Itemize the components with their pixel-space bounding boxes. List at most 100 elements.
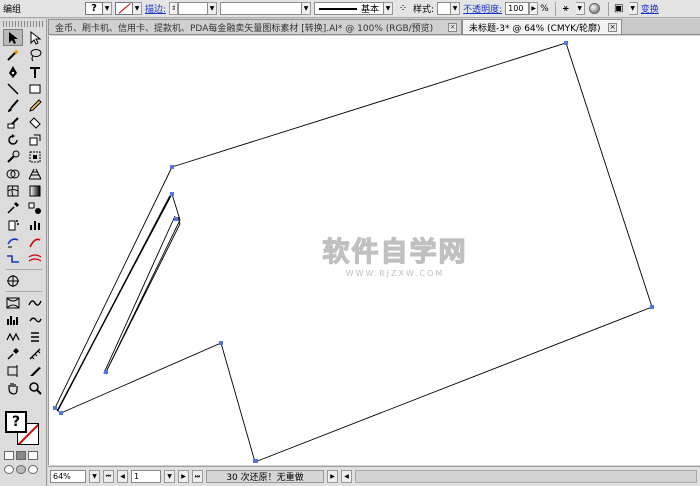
magic-wand-tool-icon[interactable] xyxy=(3,46,23,63)
blob-brush-tool-icon[interactable] xyxy=(3,114,23,131)
type-tool-icon[interactable] xyxy=(25,63,45,80)
horizontal-scrollbar[interactable] xyxy=(355,470,697,483)
recolor-menu[interactable]: ▼ xyxy=(575,2,585,16)
none-mode-icon[interactable] xyxy=(28,451,38,460)
pen-tool-icon[interactable] xyxy=(3,63,23,80)
variable-width-control[interactable]: ▼ xyxy=(220,2,312,16)
rectangle-tool-icon[interactable] xyxy=(25,80,45,97)
toolbox-grip[interactable] xyxy=(3,21,43,27)
eyedropper-tool-icon[interactable] xyxy=(3,199,23,216)
chevron-down-icon[interactable]: ▼ xyxy=(451,2,461,15)
anchor-point[interactable] xyxy=(59,411,63,415)
brush-definition-control[interactable]: 基本 ▼ xyxy=(314,2,394,16)
link-tool-icon[interactable] xyxy=(25,311,45,328)
inner-card-path[interactable] xyxy=(56,193,181,412)
paintbrush-tool-icon[interactable] xyxy=(3,97,23,114)
scroll-left-icon[interactable]: ◀ xyxy=(341,470,352,483)
globe-icon[interactable] xyxy=(588,2,602,16)
grid-icon[interactable]: ⁘ xyxy=(396,2,410,16)
blend-tool-icon[interactable] xyxy=(25,199,45,216)
chevron-down-icon[interactable]: ▼ xyxy=(628,2,638,15)
lasso-tool-icon[interactable] xyxy=(25,46,45,63)
line-segment-tool-icon[interactable] xyxy=(3,80,23,97)
graphic-style-control[interactable]: ▼ xyxy=(437,2,461,16)
chevron-down-icon[interactable]: ▼ xyxy=(575,2,585,15)
next-artboard-icon[interactable]: ▶ xyxy=(178,470,189,483)
column-graph-tool-icon[interactable] xyxy=(25,216,45,233)
anchor-point[interactable] xyxy=(170,192,174,196)
width-tool-icon[interactable] xyxy=(3,250,23,267)
list-tool-icon[interactable] xyxy=(25,328,45,345)
scale-tool-icon[interactable] xyxy=(25,131,45,148)
close-icon[interactable]: × xyxy=(608,22,617,32)
chevron-down-icon[interactable]: ▼ xyxy=(133,2,142,15)
inner-card-edge-path[interactable] xyxy=(103,215,176,375)
fill-color-control[interactable]: ? ▼ xyxy=(85,2,112,16)
close-icon[interactable]: × xyxy=(448,22,457,32)
recolor-icon[interactable]: ⚹ xyxy=(559,2,573,16)
knife-tool-icon[interactable] xyxy=(25,362,45,379)
anchor-point[interactable] xyxy=(650,305,654,309)
stroke-color-control[interactable]: ▼ xyxy=(115,2,142,16)
reference-point-icon[interactable]: ▣ xyxy=(612,2,626,16)
opacity-control[interactable]: 100 ▶ % xyxy=(505,2,549,16)
pencil-tool-icon[interactable] xyxy=(25,97,45,114)
chevron-right-icon[interactable]: ▶ xyxy=(529,2,539,15)
variable-width-input[interactable] xyxy=(220,2,303,15)
anchor-point[interactable] xyxy=(174,217,178,221)
previous-artboard-icon[interactable]: ◀ xyxy=(117,470,128,483)
gradient-mode-icon[interactable] xyxy=(16,451,26,460)
undo-status-text[interactable]: 30 次还原！无重做 xyxy=(206,470,324,483)
symbol-sprayer-tool-icon[interactable] xyxy=(3,216,23,233)
stroke-weight-control[interactable]: ⇕ ▼ xyxy=(169,2,218,16)
front-plane-path[interactable] xyxy=(54,166,256,463)
zigzag-tool-icon[interactable] xyxy=(3,328,23,345)
stroke-panel-link[interactable]: 描边: xyxy=(145,2,166,16)
anchor-point[interactable] xyxy=(219,341,223,345)
mesh-tool-icon[interactable] xyxy=(3,182,23,199)
reference-point-menu[interactable]: ▼ xyxy=(628,2,638,16)
draw-behind-icon[interactable] xyxy=(16,465,26,474)
measure-tool-icon[interactable] xyxy=(25,345,45,362)
artboard-number-input[interactable]: 1 xyxy=(131,470,161,483)
artwork-outline[interactable]: 软件自学网 WWW.RJZXW.COM xyxy=(49,36,700,465)
transform-panel-link[interactable]: 变换 xyxy=(641,2,659,16)
chevron-down-icon[interactable]: ▼ xyxy=(103,2,112,15)
anchor-point[interactable] xyxy=(53,406,57,410)
opacity-panel-link[interactable]: 不透明度: xyxy=(463,2,502,16)
slice-tool-icon[interactable] xyxy=(25,233,45,250)
envelope-tool-icon[interactable] xyxy=(3,294,23,311)
stroke-swatch[interactable] xyxy=(115,2,133,15)
first-artboard-icon[interactable]: ⏮ xyxy=(103,470,114,483)
last-artboard-icon[interactable]: ⏭ xyxy=(192,470,203,483)
rotate-tool-icon[interactable] xyxy=(3,131,23,148)
stroke-weight-input[interactable] xyxy=(178,2,209,15)
front-card-left-edge[interactable] xyxy=(57,195,171,411)
zoom-level-input[interactable]: 64% xyxy=(50,470,86,483)
opacity-input[interactable]: 100 xyxy=(505,2,530,15)
graphic-style-swatch[interactable] xyxy=(437,2,452,15)
anchor-point[interactable] xyxy=(104,370,108,374)
anchor-point[interactable] xyxy=(170,165,174,169)
stepper-icon[interactable]: ⇕ xyxy=(169,2,179,15)
chevron-down-icon[interactable]: ▼ xyxy=(302,2,312,15)
gradient-tool-icon[interactable] xyxy=(25,182,45,199)
shape-builder-tool-icon[interactable] xyxy=(3,165,23,182)
warp-tool-icon[interactable] xyxy=(3,148,23,165)
fill-stroke-selector[interactable]: ? xyxy=(5,411,41,447)
document-tab-active[interactable]: 未标题-3* @ 64% (CMYK/轮廓) × xyxy=(462,19,622,34)
fill-swatch[interactable]: ? xyxy=(85,2,103,15)
mesh-warp-tool-icon[interactable] xyxy=(25,250,45,267)
selection-tool-icon[interactable] xyxy=(3,29,23,46)
draw-normal-icon[interactable] xyxy=(4,465,14,474)
anchor-point[interactable] xyxy=(253,459,258,463)
fill-color-swatch[interactable]: ? xyxy=(5,411,27,433)
zoom-tool-icon[interactable] xyxy=(25,379,45,396)
brush-definition-select[interactable]: 基本 xyxy=(314,2,385,15)
artboard-canvas[interactable]: 软件自学网 WWW.RJZXW.COM xyxy=(48,36,700,465)
crop-area-tool-icon[interactable] xyxy=(3,362,23,379)
artboard-tool-icon[interactable] xyxy=(3,233,23,250)
perspective-grid-tool-icon[interactable] xyxy=(25,165,45,182)
eraser-tool-icon[interactable] xyxy=(25,114,45,131)
color-mode-icon[interactable] xyxy=(4,451,14,460)
